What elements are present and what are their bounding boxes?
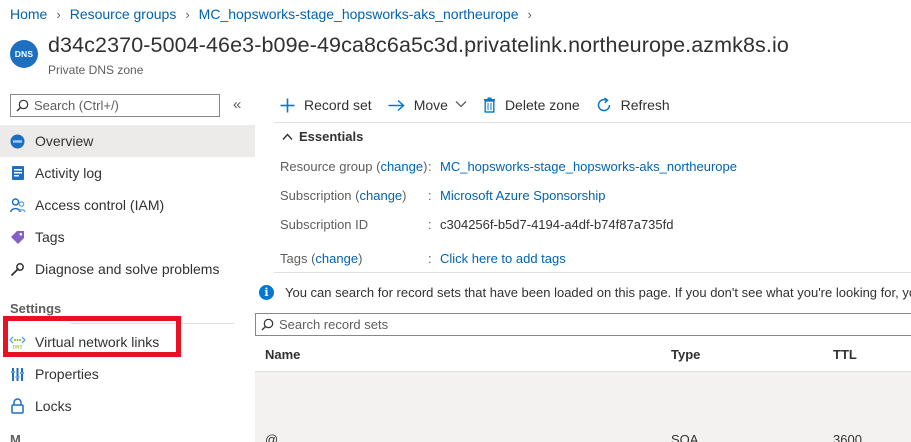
page-title: d34c2370-5004-46e3-b09e-49ca8c6a5c3d.pri… <box>48 33 789 57</box>
sidebar-item-locks[interactable]: Locks <box>0 390 255 422</box>
essentials-label-subscription: Subscription (change) <box>280 188 407 203</box>
column-header-type[interactable]: Type <box>671 347 700 362</box>
breadcrumb: Home › Resource groups › MC_hopsworks-st… <box>10 5 541 23</box>
sidebar-item-activity-log[interactable]: Activity log <box>0 157 255 189</box>
add-record-set-label: Record set <box>304 97 372 113</box>
tag-icon <box>9 229 26 246</box>
sidebar-item-label: Properties <box>35 366 99 382</box>
essentials-label-text: Subscription <box>280 188 352 203</box>
sidebar-item-label: Overview <box>35 133 94 149</box>
chevron-right-icon: › <box>56 6 61 22</box>
record-set-search-input[interactable]: Search record sets <box>255 313 911 336</box>
record-name-cell[interactable]: @ <box>265 432 278 442</box>
column-header-ttl[interactable]: TTL <box>833 347 857 362</box>
search-icon <box>261 318 274 331</box>
wrench-icon <box>9 261 26 278</box>
sidebar-item-diagnose[interactable]: Diagnose and solve problems <box>0 253 255 285</box>
sidebar-item-properties[interactable]: Properties <box>0 358 255 390</box>
search-icon <box>16 99 29 112</box>
essentials-toggle[interactable]: Essentials <box>282 129 363 144</box>
essentials-label-text: Subscription ID <box>280 217 369 232</box>
collapse-menu-icon[interactable]: « <box>233 96 241 113</box>
toolbar-divider <box>274 122 911 123</box>
subscription-link[interactable]: Microsoft Azure Sponsorship <box>440 188 605 203</box>
essentials-colon: : <box>428 159 432 174</box>
breadcrumb-resource-groups[interactable]: Resource groups <box>70 6 177 22</box>
essentials-colon: : <box>428 188 432 203</box>
change-resource-group-link[interactable]: change <box>380 159 423 174</box>
iam-people-icon <box>9 197 26 214</box>
essentials-title: Essentials <box>299 129 364 144</box>
change-tags-link[interactable]: change <box>315 251 358 266</box>
delete-zone-button[interactable]: Delete zone <box>483 97 580 113</box>
activity-log-icon <box>9 165 26 182</box>
trash-icon <box>483 97 496 113</box>
nav-search-placeholder: Search (Ctrl+/) <box>34 98 119 113</box>
essentials-colon: : <box>428 217 432 232</box>
sidebar-item-overview[interactable]: Overview <box>0 125 255 157</box>
arrow-right-icon <box>388 99 405 112</box>
lock-icon <box>9 398 26 415</box>
add-record-set-button[interactable]: Record set <box>280 97 372 113</box>
dns-zone-icon: DNS <box>10 40 38 68</box>
dns-overview-icon <box>9 133 26 150</box>
breadcrumb-home[interactable]: Home <box>10 6 47 22</box>
move-label: Move <box>413 97 448 113</box>
chevron-right-icon: › <box>185 6 190 22</box>
essentials-divider <box>274 272 911 273</box>
plus-icon <box>280 98 295 113</box>
sidebar-item-label: Diagnose and solve problems <box>35 261 220 277</box>
refresh-icon <box>596 97 612 113</box>
info-icon: i <box>259 285 274 300</box>
essentials-label-text: Resource group <box>280 159 373 174</box>
table-row[interactable] <box>255 372 911 442</box>
properties-icon <box>9 366 26 383</box>
chevron-up-icon <box>282 129 293 144</box>
sidebar-item-label: Activity log <box>35 165 102 181</box>
info-message: You can search for record sets that have… <box>285 285 911 300</box>
change-subscription-link[interactable]: change <box>360 188 403 203</box>
refresh-button[interactable]: Refresh <box>596 97 670 113</box>
essentials-label-tags: Tags (change) <box>280 251 363 266</box>
command-bar: Record set Move Delete zone Refresh <box>280 93 686 117</box>
table-header <box>255 340 911 372</box>
column-header-name[interactable]: Name <box>265 347 300 362</box>
move-button[interactable]: Move <box>388 97 467 113</box>
settings-section-label: Settings <box>10 301 62 316</box>
add-tags-link[interactable]: Click here to add tags <box>440 251 566 266</box>
page-subtitle: Private DNS zone <box>48 63 144 77</box>
record-set-search-placeholder: Search record sets <box>279 317 389 332</box>
refresh-label: Refresh <box>620 97 670 113</box>
resource-group-link[interactable]: MC_hopsworks-stage_hopsworks-aks_northeu… <box>440 159 737 174</box>
next-section-label: M <box>10 432 21 442</box>
nav-search-input[interactable]: Search (Ctrl+/) <box>10 94 220 117</box>
essentials-colon: : <box>428 251 432 266</box>
record-type-cell: SOA <box>671 432 699 442</box>
sidebar-item-iam[interactable]: Access control (IAM) <box>0 189 255 221</box>
highlight-annotation-box <box>3 316 181 357</box>
sidebar-item-label: Locks <box>35 398 72 414</box>
chevron-down-icon <box>455 99 467 111</box>
delete-zone-label: Delete zone <box>504 97 580 113</box>
sidebar-item-label: Access control (IAM) <box>35 197 165 213</box>
essentials-label-subscription-id: Subscription ID <box>280 217 368 232</box>
record-ttl-cell: 3600 <box>833 432 862 442</box>
subscription-id-value: c304256f-b5d7-4194-a4df-b74f87a735fd <box>440 217 674 232</box>
breadcrumb-resource-group[interactable]: MC_hopsworks-stage_hopsworks-aks_northeu… <box>199 6 519 22</box>
essentials-label-text: Tags <box>280 251 308 266</box>
sidebar-item-label: Tags <box>35 229 65 245</box>
chevron-right-icon: › <box>527 6 532 22</box>
sidebar-item-tags[interactable]: Tags <box>0 221 255 253</box>
essentials-label-resource-group: Resource group (change) <box>280 159 428 174</box>
